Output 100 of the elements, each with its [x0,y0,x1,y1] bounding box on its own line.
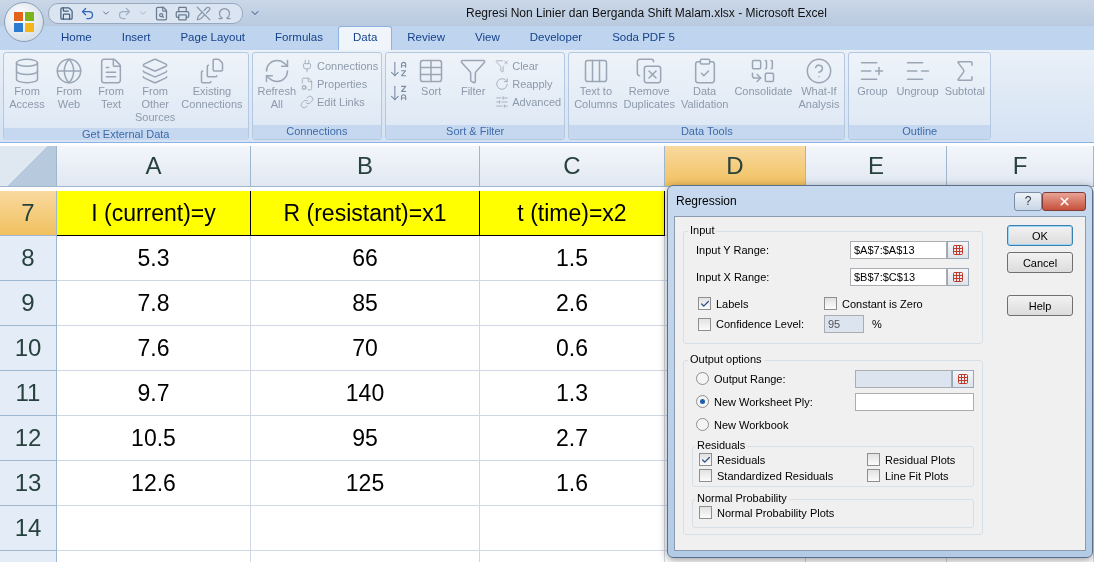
radio-label: New Worksheet Ply: [714,395,814,408]
ribbon-tab[interactable]: Data [338,26,393,50]
input-field[interactable] [855,369,953,388]
filter-icon [459,57,488,85]
grid-icon [952,271,964,283]
input-field[interactable]: 95 [824,315,864,333]
save-icon[interactable] [59,5,74,21]
checkbox[interactable] [699,453,712,466]
group-title: Connections [252,125,382,139]
table-cell: 0.6 [480,326,665,371]
input-field[interactable] [855,392,974,411]
ribbon-tab[interactable]: Insert [106,26,166,50]
table-cell: 70 [251,326,480,371]
sliders-icon [495,95,510,109]
row-header[interactable]: 14 [0,506,57,551]
dialog-button[interactable]: Help [1007,295,1073,316]
range-picker-button[interactable] [947,268,969,286]
table-cell: 1.5 [480,236,665,281]
help-circle-icon [804,57,833,85]
grid-icon [957,372,970,385]
filter-clear-icon [495,59,510,73]
checkbox[interactable] [867,469,880,482]
select-all-corner[interactable] [0,146,57,187]
table-cell: 9.7 [57,371,251,416]
dialog-button[interactable]: Cancel [1007,252,1073,273]
table-cell: 1.6 [480,461,665,506]
ribbon-tab[interactable]: Soda PDF 5 [597,26,690,50]
close-icon [1057,194,1071,208]
checkbox-label: Labels [716,297,749,310]
checkbox[interactable] [699,469,712,482]
checkbox-label: Residuals [717,453,766,466]
radio-button[interactable] [696,372,709,385]
row-header[interactable]: 13 [0,461,57,506]
column-header[interactable]: E [806,146,947,187]
column-header[interactable]: C [480,146,665,187]
checkbox-label: Confidence Level: [716,318,805,330]
radio-label: New Workbook [714,418,790,431]
radio-label: Output Range: [714,372,787,385]
row-header[interactable]: 9 [0,281,57,326]
group-title: Output options [688,353,764,365]
pen-icon[interactable] [196,5,211,21]
ribbon-tab[interactable]: View [460,26,515,50]
table-cell: 2.6 [480,281,665,326]
checkbox[interactable] [698,297,711,310]
checkbox-label: Line Fit Plots [885,469,949,482]
table-cell: 10.5 [57,416,251,461]
ribbon-tab[interactable]: Formulas [260,26,338,50]
group-title: Data Tools [569,125,845,139]
checkbox[interactable] [867,453,880,466]
office-button[interactable] [4,2,44,42]
help-button[interactable]: ? [1014,191,1042,211]
window-title: Regresi Non Linier dan Berganda Shift Malam.xlsx - Microsoft Excel [466,6,827,20]
checkbox[interactable] [699,506,712,519]
undo-icon[interactable] [80,5,95,21]
close-button[interactable] [1042,191,1086,211]
grid-icon [952,244,964,256]
radio-button[interactable] [696,418,709,431]
copy-remove-icon [635,57,664,85]
ribbon-tab[interactable]: Home [46,26,107,50]
column-header[interactable]: F [947,146,1094,187]
table-cell: I (current)=y [57,191,251,236]
row-header[interactable]: 11 [0,371,57,416]
column-header[interactable]: A [57,146,251,187]
row-header[interactable]: 7 [0,191,57,236]
dialog-button[interactable]: OK [1007,225,1073,246]
table-cell: 140 [251,371,480,416]
ribbon-tab[interactable]: Page Layout [165,26,261,50]
table-cell: 7.6 [57,326,251,371]
row-header[interactable]: 12 [0,416,57,461]
input-field[interactable]: $B$7:$C$13 [850,268,947,286]
range-picker-button[interactable] [952,369,974,388]
table-cell: 7.8 [57,281,251,326]
ribbon-tab[interactable]: Review [392,26,460,50]
row-header[interactable]: 8 [0,236,57,281]
printer-icon[interactable] [175,5,190,21]
checkbox-label: Normal Probability Plots [717,506,835,519]
checkbox-label: Constant is Zero [842,297,923,310]
group-title: Input [688,224,717,236]
caret-icon[interactable] [101,8,111,18]
field-label: Input Y Range: [696,244,770,256]
column-header[interactable]: D [665,146,806,187]
input-field[interactable]: $A$7:$A$13 [850,241,947,259]
checkbox[interactable] [824,297,837,310]
globe-icon [55,57,83,85]
ribbon-tab[interactable]: Developer [514,26,598,50]
column-header[interactable]: B [251,146,480,187]
table-cell: 2.7 [480,416,665,461]
dialog-title: Regression [676,194,738,208]
checkbox[interactable] [698,317,711,331]
print-preview-icon[interactable] [154,5,169,21]
omega-icon[interactable] [217,5,232,21]
radio-button[interactable] [696,395,709,408]
group-title: Normal Probability [695,492,789,504]
group-title: Sort & Filter [386,125,565,139]
range-picker-button[interactable] [947,241,969,259]
row-header[interactable]: 10 [0,326,57,371]
redo-icon[interactable] [117,5,132,21]
table-cell: 95 [251,416,480,461]
checkbox-label: Residual Plots [885,453,956,466]
table-cell: 66 [251,236,480,281]
